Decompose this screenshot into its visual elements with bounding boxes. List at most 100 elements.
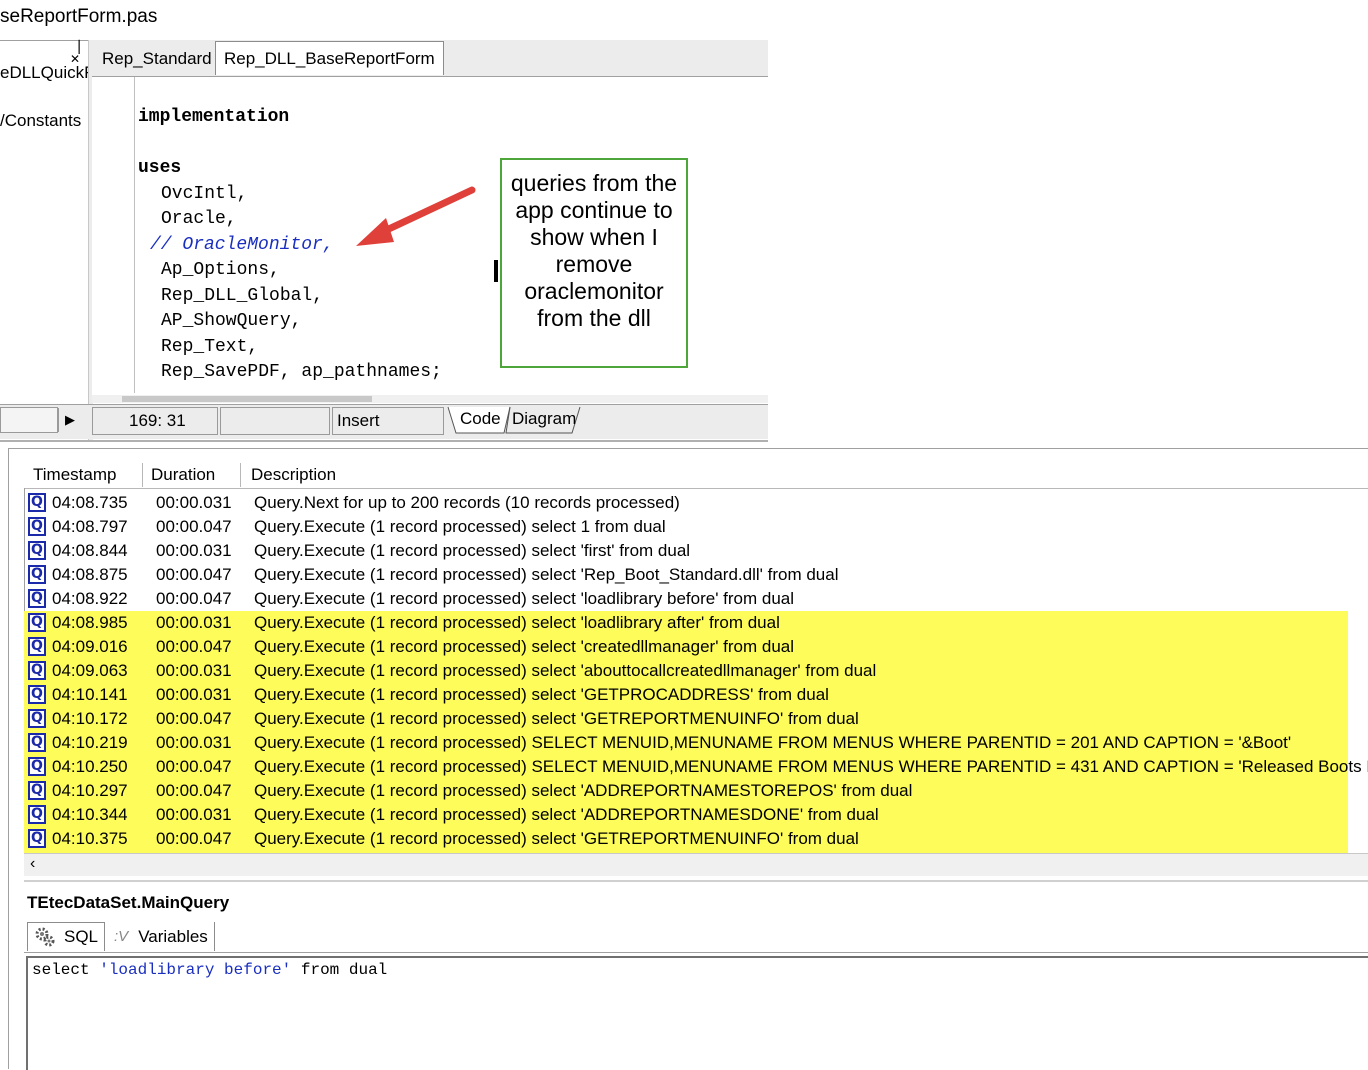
- detail-splitter[interactable]: [24, 880, 1368, 882]
- row-duration: 00:00.047: [156, 757, 232, 776]
- table-row[interactable]: Q 04:10.250 00:00.047 Query.Execute (1 reco…: [26, 755, 1368, 779]
- table-row[interactable]: Q 04:08.922 00:00.047 Query.Execute (1 reco…: [26, 587, 1368, 611]
- table-row[interactable]: Q 04:09.063 00:00.031 Query.Execute (1 reco…: [26, 659, 1368, 683]
- row-timestamp: 04:10.172: [52, 709, 128, 728]
- table-row[interactable]: Q 04:08.735 00:00.031 Query.Next for up to …: [26, 491, 1368, 515]
- window-border: [0, 440, 768, 442]
- tree-item[interactable]: eDLLQuickF: [0, 63, 94, 83]
- tab-variables[interactable]: :V Variables: [108, 922, 215, 951]
- query-list-horizontal-scrollbar[interactable]: [24, 853, 1368, 876]
- row-description: Query.Execute (1 record processed) selec…: [254, 709, 859, 728]
- code-line: Oracle,: [161, 209, 237, 229]
- row-timestamp: 04:08.844: [52, 541, 128, 560]
- row-description: Query.Execute (1 record processed) SELEC…: [254, 733, 1292, 752]
- row-description: Query.Execute (1 record processed) selec…: [254, 637, 795, 656]
- row-timestamp: 04:10.375: [52, 829, 128, 848]
- code-line: Rep_DLL_Global,: [161, 286, 324, 306]
- row-timestamp: 04:08.735: [52, 493, 128, 512]
- table-row[interactable]: Q 04:08.844 00:00.031 Query.Execute (1 reco…: [26, 539, 1368, 563]
- table-row[interactable]: Q 04:10.344 00:00.031 Query.Execute (1 reco…: [26, 803, 1368, 827]
- query-icon: Q: [28, 805, 46, 824]
- row-duration: 00:00.031: [156, 493, 232, 512]
- table-row[interactable]: Q 04:08.985 00:00.031 Query.Execute (1 reco…: [26, 611, 1368, 635]
- project-tree[interactable]: [0, 40, 88, 409]
- row-description: Query.Execute (1 record processed) selec…: [254, 781, 913, 800]
- table-row[interactable]: Q 04:09.016 00:00.047 Query.Execute (1 reco…: [26, 635, 1368, 659]
- query-detail-title: TEtecDataSet.MainQuery: [27, 893, 230, 912]
- row-timestamp: 04:09.016: [52, 637, 128, 656]
- table-row[interactable]: Q 04:10.172 00:00.047 Query.Execute (1 reco…: [26, 707, 1368, 731]
- close-panel-icon[interactable]: ▕ ✕: [66, 41, 84, 65]
- table-row[interactable]: Q 04:10.297 00:00.047 Query.Execute (1 reco…: [26, 779, 1368, 803]
- table-row[interactable]: Q 04:10.141 00:00.031 Query.Execute (1 reco…: [26, 683, 1368, 707]
- tab-sql[interactable]: SQL: [27, 922, 106, 951]
- row-timestamp: 04:08.797: [52, 517, 128, 536]
- query-icon: Q: [28, 541, 46, 560]
- row-timestamp: 04:10.219: [52, 733, 128, 752]
- table-row[interactable]: Q 04:08.875 00:00.047 Query.Execute (1 reco…: [26, 563, 1368, 587]
- query-icon: Q: [28, 661, 46, 680]
- row-timestamp: 04:08.922: [52, 589, 128, 608]
- scrollbar-thumb[interactable]: [122, 396, 372, 402]
- code-line: Rep_SavePDF, ap_pathnames;: [161, 362, 442, 382]
- code-line: Rep_Text,: [161, 337, 259, 357]
- query-icon: Q: [28, 733, 46, 752]
- row-timestamp: 04:08.985: [52, 613, 128, 632]
- code-line: uses: [138, 158, 182, 178]
- cursor-position: 169: 31: [92, 407, 218, 435]
- row-duration: 00:00.031: [156, 733, 232, 752]
- row-duration: 00:00.031: [156, 805, 232, 824]
- tab-rep-standard[interactable]: Rep_Standard: [94, 44, 220, 74]
- column-timestamp[interactable]: Timestamp: [25, 463, 143, 487]
- scroll-left-icon[interactable]: ‹: [30, 855, 35, 873]
- table-row[interactable]: Q 04:10.219 00:00.031 Query.Execute (1 reco…: [26, 731, 1368, 755]
- query-icon: Q: [28, 565, 46, 584]
- sql-keyword: select: [32, 961, 90, 979]
- query-icon: Q: [28, 757, 46, 776]
- query-icon: Q: [28, 517, 46, 536]
- tab-code[interactable]: Code: [460, 409, 501, 429]
- status-panel-empty: [220, 407, 330, 435]
- row-timestamp: 04:08.875: [52, 565, 128, 584]
- row-timestamp: 04:10.250: [52, 757, 128, 776]
- row-description: Query.Execute (1 record processed) selec…: [254, 517, 666, 536]
- tree-item[interactable]: /Constants: [0, 111, 81, 131]
- tree-horizontal-scrollbar[interactable]: [0, 407, 58, 433]
- row-duration: 00:00.031: [156, 613, 232, 632]
- code-line-comment: // OracleMonitor,: [150, 235, 334, 255]
- annotation-callout: queries from the app continue to show wh…: [500, 158, 688, 368]
- scroll-right-icon[interactable]: ▶: [58, 408, 81, 432]
- row-description: Query.Execute (1 record processed) selec…: [254, 805, 879, 824]
- row-description: Query.Execute (1 record processed) SELEC…: [254, 757, 1368, 776]
- row-description: Query.Execute (1 record processed) selec…: [254, 661, 877, 680]
- row-timestamp: 04:10.344: [52, 805, 128, 824]
- row-description: Query.Next for up to 200 records (10 rec…: [254, 493, 680, 512]
- row-timestamp: 04:10.141: [52, 685, 128, 704]
- row-duration: 00:00.047: [156, 589, 232, 608]
- query-icon: Q: [28, 781, 46, 800]
- row-duration: 00:00.031: [156, 685, 232, 704]
- row-duration: 00:00.047: [156, 565, 232, 584]
- variables-icon: :V: [114, 928, 129, 945]
- row-duration: 00:00.047: [156, 781, 232, 800]
- column-description[interactable]: Description: [243, 463, 1368, 487]
- query-icon: Q: [28, 709, 46, 728]
- red-arrow-icon: [356, 186, 476, 246]
- query-icon: Q: [28, 637, 46, 656]
- sql-text: select 'loadlibrary before' from dual: [32, 961, 387, 979]
- table-row[interactable]: Q 04:10.375 00:00.047 Query.Execute (1 reco…: [26, 827, 1368, 851]
- query-icon: Q: [28, 493, 46, 512]
- column-duration[interactable]: Duration: [143, 463, 241, 487]
- query-icon: Q: [28, 589, 46, 608]
- query-icon: Q: [28, 613, 46, 632]
- tab-diagram[interactable]: Diagram: [512, 409, 576, 429]
- tab-sql-label: SQL: [64, 927, 99, 946]
- row-timestamp: 04:10.297: [52, 781, 128, 800]
- row-duration: 00:00.031: [156, 661, 232, 680]
- row-duration: 00:00.047: [156, 517, 232, 536]
- table-row[interactable]: Q 04:08.797 00:00.047 Query.Execute (1 reco…: [26, 515, 1368, 539]
- tab-rep-dll-basereportform[interactable]: Rep_DLL_BaseReportForm: [215, 41, 444, 75]
- sql-string: 'loadlibrary before': [99, 961, 292, 979]
- tab-variables-label: Variables: [138, 926, 208, 946]
- insert-mode: Insert: [332, 407, 444, 435]
